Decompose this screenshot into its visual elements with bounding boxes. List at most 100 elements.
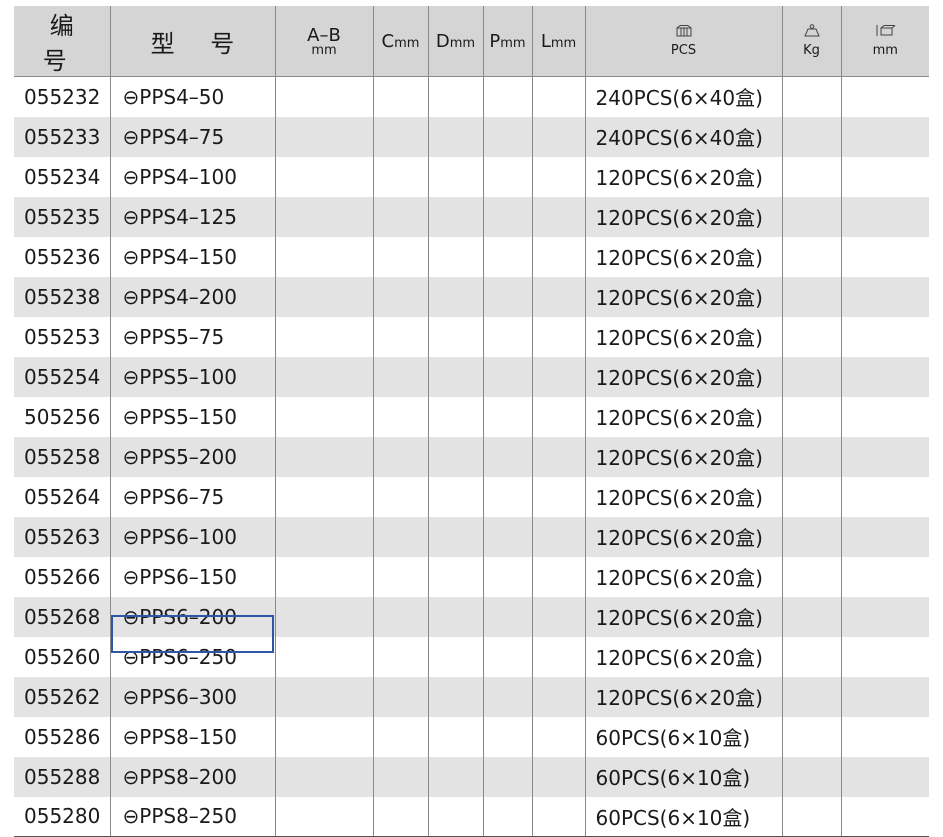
l-cell[interactable] <box>531 276 585 317</box>
p-cell[interactable] <box>482 196 532 237</box>
d-cell[interactable] <box>427 796 483 837</box>
pack-cell[interactable]: 60PCS(6×10盒) <box>584 756 782 797</box>
kg-cell[interactable] <box>781 436 841 477</box>
d-cell[interactable] <box>427 436 483 477</box>
p-cell[interactable] <box>482 756 532 797</box>
ab-cell[interactable] <box>274 756 373 797</box>
p-cell[interactable] <box>482 236 532 277</box>
pack-cell[interactable]: 60PCS(6×10盒) <box>584 716 782 757</box>
l-cell[interactable] <box>531 436 585 477</box>
pack-cell[interactable]: 120PCS(6×20盒) <box>584 396 782 437</box>
model-cell[interactable]: ⊖PPS8–200 <box>109 756 275 797</box>
p-cell[interactable] <box>482 476 532 517</box>
mm-cell[interactable] <box>840 116 929 157</box>
d-cell[interactable] <box>427 76 483 117</box>
l-cell[interactable] <box>531 356 585 397</box>
l-cell[interactable] <box>531 116 585 157</box>
kg-cell[interactable] <box>781 556 841 597</box>
p-cell[interactable] <box>482 556 532 597</box>
ab-cell[interactable] <box>274 76 373 117</box>
ab-cell[interactable] <box>274 316 373 357</box>
kg-cell[interactable] <box>781 76 841 117</box>
mm-cell[interactable] <box>840 76 929 117</box>
pack-cell[interactable]: 60PCS(6×10盒) <box>584 796 782 837</box>
d-cell[interactable] <box>427 396 483 437</box>
l-cell[interactable] <box>531 756 585 797</box>
d-cell[interactable] <box>427 756 483 797</box>
ab-cell[interactable] <box>274 636 373 677</box>
c-cell[interactable] <box>372 476 428 517</box>
d-cell[interactable] <box>427 236 483 277</box>
model-cell[interactable]: ⊖PPS6–75 <box>109 476 275 517</box>
kg-cell[interactable] <box>781 356 841 397</box>
code-cell[interactable]: 055260 <box>14 637 110 677</box>
l-cell[interactable] <box>531 796 585 837</box>
kg-cell[interactable] <box>781 276 841 317</box>
model-cell[interactable]: ⊖PPS4–75 <box>109 116 275 157</box>
c-cell[interactable] <box>372 316 428 357</box>
c-cell[interactable] <box>372 796 428 837</box>
l-cell[interactable] <box>531 676 585 717</box>
ab-cell[interactable] <box>274 516 373 557</box>
model-cell[interactable]: ⊖PPS6–250 <box>109 636 275 677</box>
p-cell[interactable] <box>482 396 532 437</box>
model-cell[interactable]: ⊖PPS4–100 <box>109 156 275 197</box>
pack-cell[interactable]: 120PCS(6×20盒) <box>584 196 782 237</box>
kg-cell[interactable] <box>781 116 841 157</box>
mm-cell[interactable] <box>840 716 929 757</box>
kg-cell[interactable] <box>781 236 841 277</box>
pack-cell[interactable]: 120PCS(6×20盒) <box>584 316 782 357</box>
code-cell[interactable]: 055238 <box>14 277 110 317</box>
pack-cell[interactable]: 240PCS(6×40盒) <box>584 76 782 117</box>
model-cell[interactable]: ⊖PPS5–150 <box>109 396 275 437</box>
kg-cell[interactable] <box>781 156 841 197</box>
code-cell[interactable]: 055264 <box>14 477 110 517</box>
kg-cell[interactable] <box>781 396 841 437</box>
mm-cell[interactable] <box>840 796 929 837</box>
p-cell[interactable] <box>482 76 532 117</box>
c-cell[interactable] <box>372 116 428 157</box>
model-cell[interactable]: ⊖PPS6–100 <box>109 516 275 557</box>
mm-cell[interactable] <box>840 596 929 637</box>
code-cell[interactable]: 055254 <box>14 357 110 397</box>
c-cell[interactable] <box>372 676 428 717</box>
code-cell[interactable]: 055266 <box>14 557 110 597</box>
pack-cell[interactable]: 240PCS(6×40盒) <box>584 116 782 157</box>
ab-cell[interactable] <box>274 156 373 197</box>
ab-cell[interactable] <box>274 596 373 637</box>
model-cell[interactable]: ⊖PPS6–150 <box>109 556 275 597</box>
model-cell[interactable]: ⊖PPS8–250 <box>109 796 275 837</box>
mm-cell[interactable] <box>840 156 929 197</box>
ab-cell[interactable] <box>274 356 373 397</box>
p-cell[interactable] <box>482 116 532 157</box>
ab-cell[interactable] <box>274 796 373 837</box>
mm-cell[interactable] <box>840 316 929 357</box>
mm-cell[interactable] <box>840 676 929 717</box>
code-cell[interactable]: 055235 <box>14 197 110 237</box>
l-cell[interactable] <box>531 636 585 677</box>
p-cell[interactable] <box>482 716 532 757</box>
l-cell[interactable] <box>531 516 585 557</box>
ab-cell[interactable] <box>274 276 373 317</box>
code-cell[interactable]: 055236 <box>14 237 110 277</box>
code-cell[interactable]: 055233 <box>14 117 110 157</box>
ab-cell[interactable] <box>274 436 373 477</box>
kg-cell[interactable] <box>781 676 841 717</box>
l-cell[interactable] <box>531 316 585 357</box>
p-cell[interactable] <box>482 156 532 197</box>
kg-cell[interactable] <box>781 716 841 757</box>
mm-cell[interactable] <box>840 476 929 517</box>
pack-cell[interactable]: 120PCS(6×20盒) <box>584 356 782 397</box>
model-cell[interactable]: ⊖PPS6–300 <box>109 676 275 717</box>
code-cell[interactable]: 055253 <box>14 317 110 357</box>
l-cell[interactable] <box>531 596 585 637</box>
d-cell[interactable] <box>427 356 483 397</box>
p-cell[interactable] <box>482 516 532 557</box>
ab-cell[interactable] <box>274 236 373 277</box>
p-cell[interactable] <box>482 356 532 397</box>
c-cell[interactable] <box>372 596 428 637</box>
mm-cell[interactable] <box>840 436 929 477</box>
mm-cell[interactable] <box>840 356 929 397</box>
ab-cell[interactable] <box>274 676 373 717</box>
pack-cell[interactable]: 120PCS(6×20盒) <box>584 236 782 277</box>
